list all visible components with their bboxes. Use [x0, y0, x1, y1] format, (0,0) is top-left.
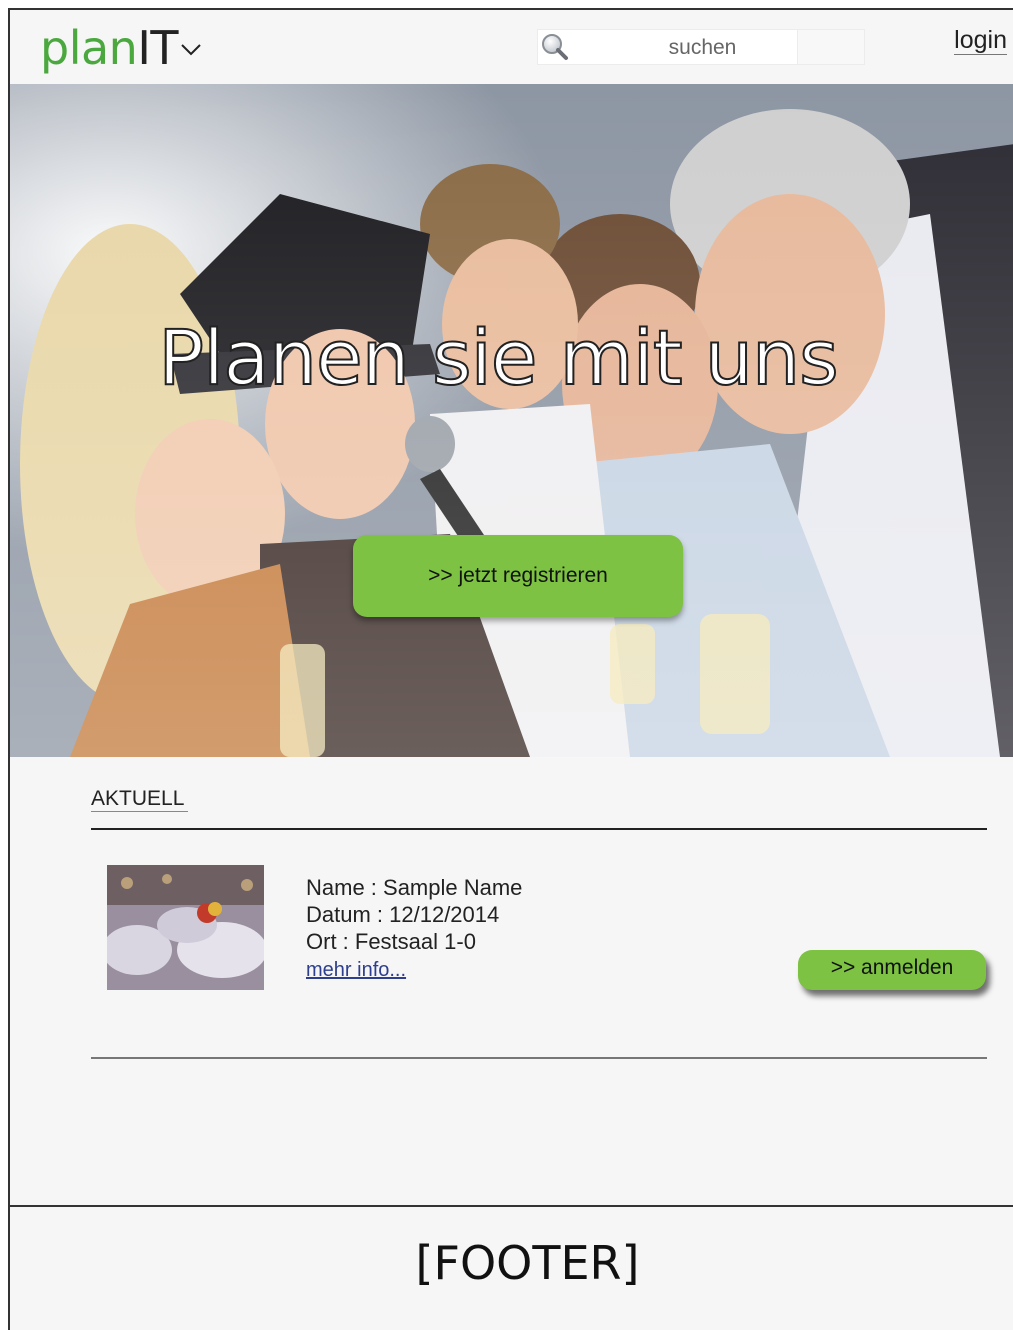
event-thumbnail-image[interactable] — [107, 865, 264, 990]
header: planIT login — [10, 10, 1013, 84]
hero-banner: Planen sie mit uns >> jetzt registrieren — [10, 84, 1013, 757]
event-date: Datum : 12/12/2014 — [306, 902, 500, 927]
section-title-aktuell: AKTUELL — [91, 787, 189, 812]
search-icon[interactable] — [540, 32, 570, 62]
event-name: Name : Sample Name — [306, 875, 523, 900]
search-input[interactable] — [578, 32, 827, 64]
hero-party-photo — [10, 84, 1013, 757]
chevron-down-icon[interactable] — [180, 38, 202, 60]
event-location: Ort : Festsaal 1-0 — [306, 929, 476, 954]
register-button[interactable]: >> jetzt registrieren — [353, 535, 683, 617]
logo-text-it: IT — [137, 21, 178, 75]
logo-menu[interactable]: planIT — [40, 22, 202, 74]
divider — [91, 828, 987, 830]
footer: [FOOTER] — [415, 1236, 640, 1290]
search-submit-button[interactable] — [797, 30, 864, 64]
signup-button[interactable]: >> anmelden — [798, 950, 986, 990]
more-info-link[interactable]: mehr info... — [306, 959, 406, 981]
search-bar — [537, 29, 865, 65]
event-details: Name : Sample Name Datum : 12/12/2014 Or… — [306, 874, 522, 984]
footer-divider — [10, 1205, 1013, 1207]
hero-title: Planen sie mit uns — [157, 313, 839, 402]
page: planIT login — [8, 8, 1013, 1330]
login-link[interactable]: login — [954, 26, 1007, 55]
logo-text-plan: plan — [40, 21, 138, 75]
divider — [91, 1057, 987, 1059]
